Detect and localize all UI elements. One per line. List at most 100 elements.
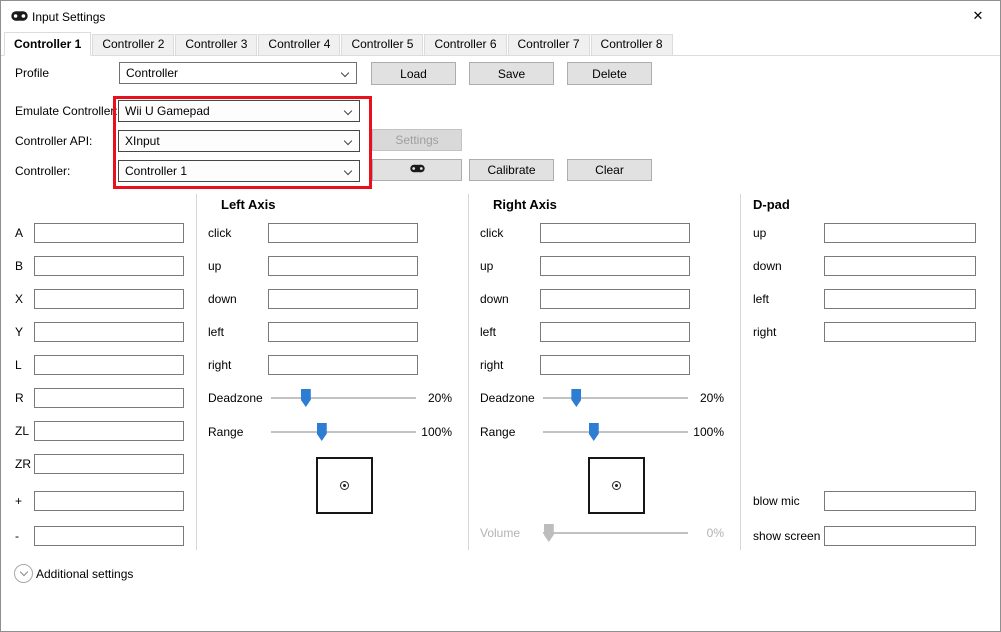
left-axis-right-input[interactable] (268, 355, 418, 375)
dpad-left-input[interactable] (824, 289, 976, 309)
right-deadzone-label: Deadzone (480, 391, 535, 405)
right-axis-left-input[interactable] (540, 322, 690, 342)
emulate-controller-label: Emulate Controller: (15, 104, 118, 118)
tab-controller-6[interactable]: Controller 6 (424, 34, 507, 55)
left-axis-visualizer (316, 457, 373, 514)
blow-mic-label: blow mic (753, 494, 800, 508)
left-range-slider[interactable] (271, 423, 416, 441)
dpad-up-input[interactable] (824, 223, 976, 243)
calibrate-button[interactable]: Calibrate (469, 159, 554, 181)
volume-value: 0% (706, 526, 724, 540)
button-minus-label: - (15, 529, 19, 543)
right-axis-up-input[interactable] (540, 256, 690, 276)
tab-controller-5[interactable]: Controller 5 (341, 34, 424, 55)
right-axis-up-label: up (480, 259, 494, 273)
right-axis-visualizer (588, 457, 645, 514)
window-title: Input Settings (32, 10, 106, 24)
slider-thumb (543, 524, 554, 542)
button-x-label: X (15, 292, 24, 306)
button-zr-input[interactable] (34, 454, 184, 474)
right-deadzone-slider[interactable] (543, 389, 688, 407)
right-axis-right-input[interactable] (540, 355, 690, 375)
slider-track (543, 397, 688, 399)
button-x-input[interactable] (34, 289, 184, 309)
slider-track (543, 431, 688, 433)
additional-settings-toggle[interactable] (14, 564, 33, 583)
left-axis-click-input[interactable] (268, 223, 418, 243)
tab-controller-2[interactable]: Controller 2 (92, 34, 175, 55)
dpad-down-label: down (753, 259, 782, 273)
right-axis-click-input[interactable] (540, 223, 690, 243)
emulate-controller-select[interactable]: Wii U Gamepad (118, 100, 360, 122)
show-screen-input[interactable] (824, 526, 976, 546)
axis-dot-center (343, 484, 346, 487)
dpad-title: D-pad (753, 197, 790, 212)
button-plus-label: + (15, 494, 23, 508)
save-button[interactable]: Save (469, 62, 554, 85)
gamepad-icon (11, 10, 28, 25)
profile-select[interactable]: Controller (119, 62, 357, 84)
dpad-down-input[interactable] (824, 256, 976, 276)
column-separator (740, 194, 741, 550)
dpad-right-input[interactable] (824, 322, 976, 342)
button-l-input[interactable] (34, 355, 184, 375)
button-b-label: B (15, 259, 24, 273)
button-l-label: L (15, 358, 22, 372)
controller-api-label: Controller API: (15, 134, 93, 148)
left-axis-down-input[interactable] (268, 289, 418, 309)
controller-select-value: Controller 1 (125, 164, 188, 178)
chevron-down-icon (343, 106, 353, 116)
left-axis-up-label: up (208, 259, 222, 273)
gamepad-icon (409, 163, 425, 177)
button-r-label: R (15, 391, 24, 405)
tab-controller-1[interactable]: Controller 1 (4, 32, 92, 56)
controller-test-button[interactable] (372, 159, 462, 181)
left-deadzone-slider[interactable] (271, 389, 416, 407)
button-a-input[interactable] (34, 223, 184, 243)
button-zl-input[interactable] (34, 421, 184, 441)
clear-button[interactable]: Clear (567, 159, 652, 181)
left-axis-up-input[interactable] (268, 256, 418, 276)
slider-track (271, 431, 416, 433)
tab-controller-7[interactable]: Controller 7 (507, 34, 590, 55)
tab-bar: Controller 1 Controller 2 Controller 3 C… (1, 32, 1000, 56)
column-separator (468, 194, 469, 550)
tab-controller-8[interactable]: Controller 8 (590, 34, 673, 55)
button-y-label: Y (15, 325, 24, 339)
close-button[interactable]: ✕ (969, 7, 987, 25)
slider-thumb[interactable] (571, 389, 582, 407)
left-deadzone-value: 20% (427, 391, 452, 405)
emulate-controller-value: Wii U Gamepad (125, 104, 210, 118)
delete-button[interactable]: Delete (567, 62, 652, 85)
blow-mic-input[interactable] (824, 491, 976, 511)
button-r-input[interactable] (34, 388, 184, 408)
chevron-down-icon (19, 567, 28, 577)
chevron-down-icon (343, 166, 353, 176)
load-button[interactable]: Load (371, 62, 456, 85)
additional-settings-label: Additional settings (36, 567, 134, 581)
left-range-label: Range (208, 425, 244, 439)
slider-thumb[interactable] (300, 389, 311, 407)
left-axis-left-label: left (208, 325, 225, 339)
dpad-left-label: left (753, 292, 770, 306)
controller-api-select[interactable]: XInput (118, 130, 360, 152)
volume-slider (543, 524, 688, 542)
button-minus-input[interactable] (34, 526, 184, 546)
right-axis-down-input[interactable] (540, 289, 690, 309)
axis-dot-center (615, 484, 618, 487)
tab-controller-3[interactable]: Controller 3 (175, 34, 258, 55)
controller-select[interactable]: Controller 1 (118, 160, 360, 182)
left-deadzone-label: Deadzone (208, 391, 263, 405)
button-y-input[interactable] (34, 322, 184, 342)
right-axis-title: Right Axis (493, 197, 557, 212)
left-axis-left-input[interactable] (268, 322, 418, 342)
volume-label: Volume (480, 526, 521, 540)
button-plus-input[interactable] (34, 491, 184, 511)
button-b-input[interactable] (34, 256, 184, 276)
slider-thumb[interactable] (588, 423, 599, 441)
left-axis-down-label: down (208, 292, 237, 306)
tab-controller-4[interactable]: Controller 4 (258, 34, 341, 55)
right-axis-right-label: right (480, 358, 504, 372)
right-range-slider[interactable] (543, 423, 688, 441)
slider-thumb[interactable] (316, 423, 327, 441)
